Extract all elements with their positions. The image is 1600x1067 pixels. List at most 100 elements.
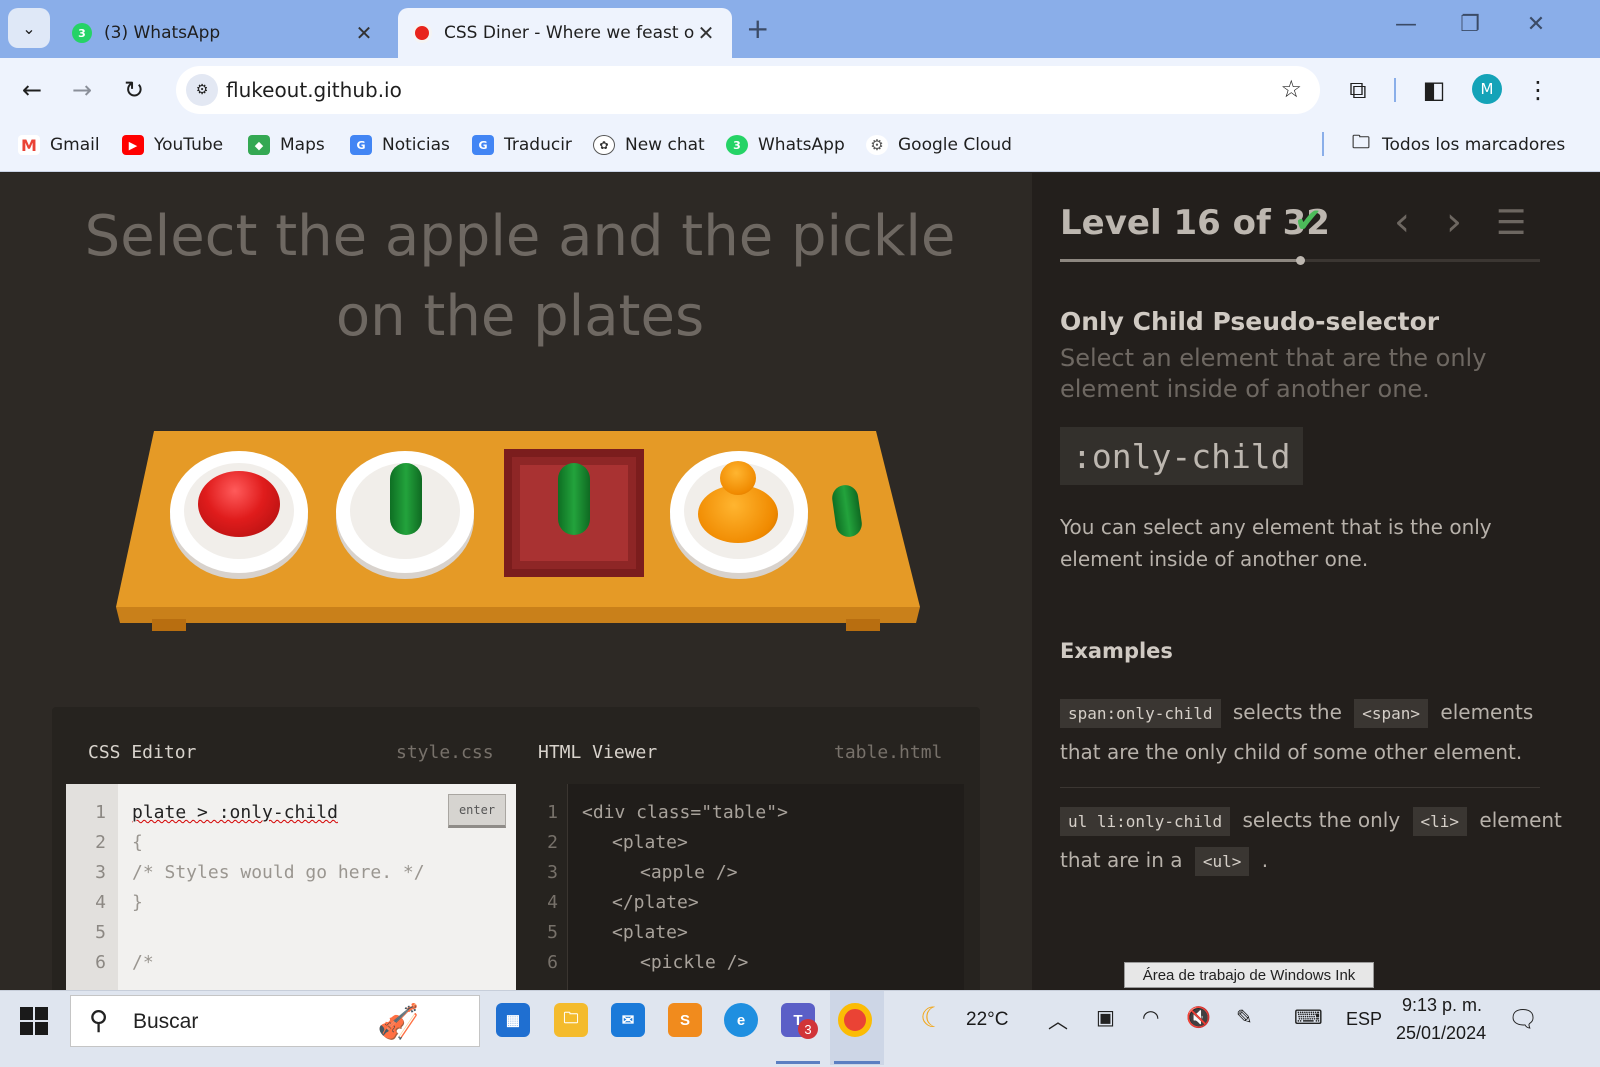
folder-icon: 🗀 [1352,132,1370,153]
line-number: 4 [547,892,558,913]
html-line[interactable]: </plate> [612,892,699,913]
new-tab-button[interactable]: + [746,12,769,45]
clock-time[interactable]: 9:13 p. m. [1402,995,1482,1016]
bookmark-whatsapp[interactable]: 3 WhatsApp [726,132,845,158]
example-divider [1060,787,1540,788]
search-icon: ⚲ [89,1006,109,1036]
close-icon[interactable]: ✕ [694,21,718,45]
address-bar[interactable]: ⚙ flukeout.github.io ☆ [176,66,1320,114]
table-leg [152,619,186,631]
bookmark-youtube[interactable]: ▶ YouTube [122,132,223,158]
html-line[interactable]: <pickle /> [640,952,748,973]
example-code: span:only-child [1060,699,1221,728]
line-number: 4 [95,892,106,913]
chevron-down-icon: ⌄ [22,18,36,38]
css-diner-icon [412,23,432,43]
html-line[interactable]: <plate> [612,922,688,943]
edge-icon[interactable]: e [724,1003,758,1037]
bento[interactable] [504,449,644,577]
pickle[interactable] [390,463,422,535]
pen-icon[interactable]: ✎ [1236,1005,1253,1029]
clock-date[interactable]: 25/01/2024 [1396,1023,1486,1044]
chrome-icon[interactable] [838,1003,872,1037]
progress-fill [1060,259,1300,262]
moon-weather-icon[interactable]: ☾ [920,1001,945,1034]
bookmark-label: Noticias [382,135,450,155]
teams-active-indicator [776,1061,820,1064]
violin-decoration-icon: 🎻 [377,1002,420,1042]
example-2: ul li:only-child selects the only <li> e… [1060,801,1570,881]
reload-icon[interactable]: ↻ [116,72,152,108]
selector-syntax: :only-child [1060,427,1303,485]
html-line[interactable]: <div class="table"> [582,802,788,823]
bookmark-gmail[interactable]: M Gmail [18,132,100,158]
side-panel-icon[interactable]: ◧ [1416,72,1452,108]
tab-bar: ⌄ 3 (3) WhatsApp ✕ CSS Diner - Where we … [0,0,1600,58]
css-file-name: style.css [396,742,494,763]
line-number: 3 [547,862,558,883]
example-1: span:only-child selects the <span> eleme… [1060,693,1570,771]
bookmark-noticias[interactable]: G Noticias [350,132,450,158]
plate[interactable] [336,451,474,573]
back-icon[interactable]: ← [14,72,50,108]
close-icon[interactable]: ✕ [352,21,376,45]
tab-whatsapp[interactable]: 3 (3) WhatsApp ✕ [58,8,390,58]
all-bookmarks-folder[interactable]: 🗀 Todos los marcadores [1350,132,1565,158]
selector-hint: You can select any element that is the o… [1060,515,1492,571]
touch-keyboard-icon[interactable]: ⌨ [1294,1005,1323,1029]
line-number: 1 [547,802,558,823]
apple[interactable] [198,471,280,537]
html-line[interactable]: <apple /> [640,862,738,883]
next-level-icon[interactable]: › [1446,199,1462,245]
tab-search-button[interactable]: ⌄ [8,8,50,48]
weather-text[interactable]: 22°C [966,1009,1008,1031]
mute-icon[interactable]: 🔇 [1186,1005,1211,1029]
menu-icon[interactable]: ⋮ [1520,72,1556,108]
html-line[interactable]: <plate> [612,832,688,853]
extensions-icon[interactable]: ⧉ [1340,72,1376,108]
mail-icon[interactable]: ✉ [611,1003,645,1037]
sublime-text-icon[interactable]: S [668,1003,702,1037]
level-menu-icon[interactable]: ☰ [1496,203,1526,243]
plate[interactable] [670,451,808,573]
bookmarks-divider [1322,132,1324,156]
bookmark-label: Google Cloud [898,135,1012,155]
plate[interactable] [170,451,308,573]
windows-start-icon[interactable] [20,1007,48,1035]
youtube-icon: ▶ [122,135,144,155]
chatgpt-icon: ✿ [593,135,615,155]
line-number: 1 [95,802,106,823]
orange-top [720,461,756,495]
notifications-icon[interactable]: 🗨 [1508,1005,1538,1033]
example-code: ul li:only-child [1060,807,1231,836]
avatar[interactable]: M [1472,74,1502,104]
bookmark-traducir[interactable]: G Traducir [472,132,572,158]
chevron-up-icon[interactable]: ︿ [1048,1005,1068,1034]
star-icon[interactable]: ☆ [1280,75,1302,103]
html-file-name: table.html [834,742,943,763]
pickle[interactable] [558,463,590,535]
taskbar-search[interactable]: ⚲ Buscar 🎻 [70,995,480,1047]
store-icon[interactable]: ▦ [496,1003,530,1037]
progress-marker [1296,256,1305,265]
file-explorer-icon[interactable]: 🗀 [554,1003,588,1037]
forward-icon[interactable]: → [64,72,100,108]
restore-icon[interactable]: ❐ [1450,12,1490,37]
url-text[interactable]: flukeout.github.io [226,78,402,102]
bookmark-maps[interactable]: ◆ Maps [248,132,325,158]
enter-button[interactable]: enter [448,794,506,828]
language-indicator[interactable]: ESP [1346,1009,1382,1030]
previous-level-icon[interactable]: ‹ [1394,199,1410,245]
window-close-icon[interactable]: ✕ [1516,12,1556,37]
minimize-icon[interactable]: — [1386,12,1426,37]
css-selector-input[interactable]: plate > :only-child [132,802,338,823]
meet-now-icon[interactable]: ▣ [1096,1005,1115,1029]
wifi-icon[interactable]: ◠ [1142,1005,1159,1029]
example-text: selects the only [1242,808,1401,832]
bookmark-new-chat[interactable]: ✿ New chat [593,132,705,158]
site-settings-icon[interactable]: ⚙ [186,74,218,106]
bookmark-label: YouTube [154,135,224,155]
selector-title: Select an element that are the only elem… [1060,344,1487,403]
bookmark-google-cloud[interactable]: ⚙ Google Cloud [866,132,1012,158]
tab-css-diner[interactable]: CSS Diner - Where we feast on CSS ✕ [398,8,732,58]
